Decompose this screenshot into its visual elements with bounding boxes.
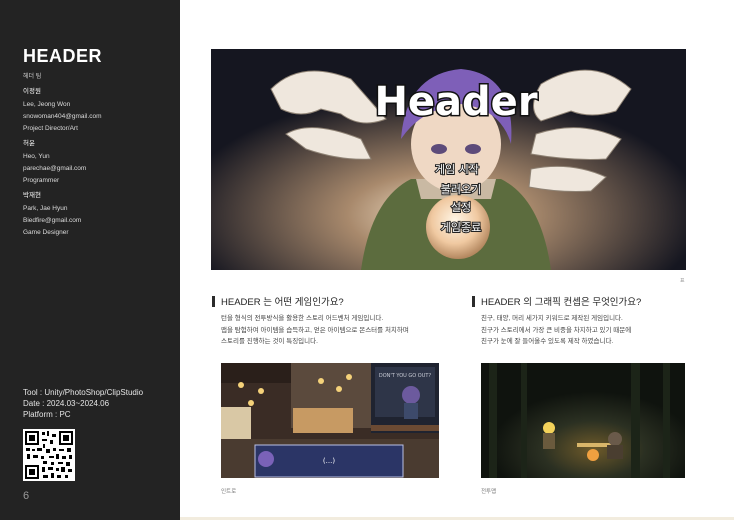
platform-info: Platform : PC (23, 410, 71, 419)
section-1-line-1: 턴을 형식의 전투방식을 활용한 스토리 어드벤처 게임입니다. (221, 315, 384, 322)
member-email: parechae@gmail.com (23, 165, 87, 172)
qr-code[interactable] (23, 429, 75, 481)
member-korean-name: 박재현 (23, 192, 41, 199)
section-2-body: 친구, 태양, 머리 세가지 키워드로 제작된 게임입니다. 친구가 스토리에서… (481, 313, 731, 348)
page-number: 6 (23, 490, 30, 502)
section-1-heading: HEADER 는 어떤 게임인가요? (212, 294, 344, 308)
section-1-line-3: 스토리를 진행하는 것이 특징입니다. (221, 338, 318, 345)
section-2-title: HEADER 의 그래픽 컨셉은 무엇인가요? (481, 297, 642, 308)
battle-map-caption: 전투맵 (481, 489, 497, 495)
member-role: Project Director/Art (23, 125, 78, 132)
section-2-line-2: 친구가 스토리에서 가장 큰 비중을 차지하고 있기 때문에 (481, 326, 632, 334)
member-2: 허윤 Heo, Yun parechae@gmail.com Programme… (23, 138, 86, 187)
member-name: Lee, Jeong Won (23, 101, 71, 108)
heading-bar (212, 296, 215, 307)
member-name: Park, Jae Hyun (23, 205, 68, 212)
section-1-body: 턴을 형식의 전투방식을 활용한 스토리 어드벤처 게임입니다. 맵을 탐험하여… (221, 313, 471, 348)
member-email: snowoman404@gmail.com (23, 113, 102, 120)
member-korean-name: 허윤 (23, 140, 35, 147)
member-role: Game Designer (23, 229, 69, 236)
project-info: Tool : Unity/PhotoShop/ClipStudio Date :… (23, 387, 143, 420)
member-email: Biedfire@gmail.com (23, 217, 82, 224)
heading-bar (472, 296, 475, 307)
section-2-line-3: 친구가 눈에 잘 들어올수 있도록 제작 하였습니다. (481, 338, 614, 345)
window-sign: DON'T YOU GO OUT? (379, 373, 432, 379)
title-screen-artwork: Header 게임 시작 불러오기 설정 게임종료 (211, 49, 686, 270)
date-info: Date : 2024.03~2024.06 (23, 399, 110, 408)
hero-caption: 표 (680, 278, 685, 284)
menu-start-game[interactable]: 게임 시작 (434, 162, 480, 177)
member-3: 박재현 Park, Jae Hyun Biedfire@gmail.com Ga… (23, 190, 81, 239)
battle-map-screenshot (481, 363, 685, 478)
intro-screenshot: DON'T YOU GO OUT? (...) (221, 363, 439, 478)
section-2-line-1: 친구, 태양, 머리 세가지 키워드로 제작된 게임입니다. (481, 315, 623, 322)
sidebar: HEADER 헤더 팀 이정원 Lee, Jeong Won snowoman4… (0, 0, 180, 520)
member-korean-name: 이정원 (23, 88, 41, 95)
dialog-text: (...) (323, 457, 335, 465)
team-subtitle: 헤더 팀 (23, 74, 42, 80)
team-title: HEADER (23, 46, 103, 66)
section-1-title: HEADER 는 어떤 게임인가요? (221, 297, 344, 308)
section-2-heading: HEADER 의 그래픽 컨셉은 무엇인가요? (472, 294, 641, 308)
member-name: Heo, Yun (23, 153, 50, 160)
game-logo: Header (374, 79, 537, 125)
member-1: 이정원 Lee, Jeong Won snowoman404@gmail.com… (23, 86, 102, 135)
member-role: Programmer (23, 177, 60, 184)
tool-info: Tool : Unity/PhotoShop/ClipStudio (23, 388, 144, 397)
menu-load[interactable]: 불러오기 (440, 182, 482, 197)
menu-quit[interactable]: 게임종료 (440, 220, 482, 235)
intro-caption: 인트로 (221, 489, 237, 495)
section-1-line-2: 맵을 탐험하여 아이템을 습득하고, 얻은 아이템으로 몬스터를 처치하며 (221, 326, 409, 334)
menu-settings[interactable]: 설정 (450, 200, 472, 215)
